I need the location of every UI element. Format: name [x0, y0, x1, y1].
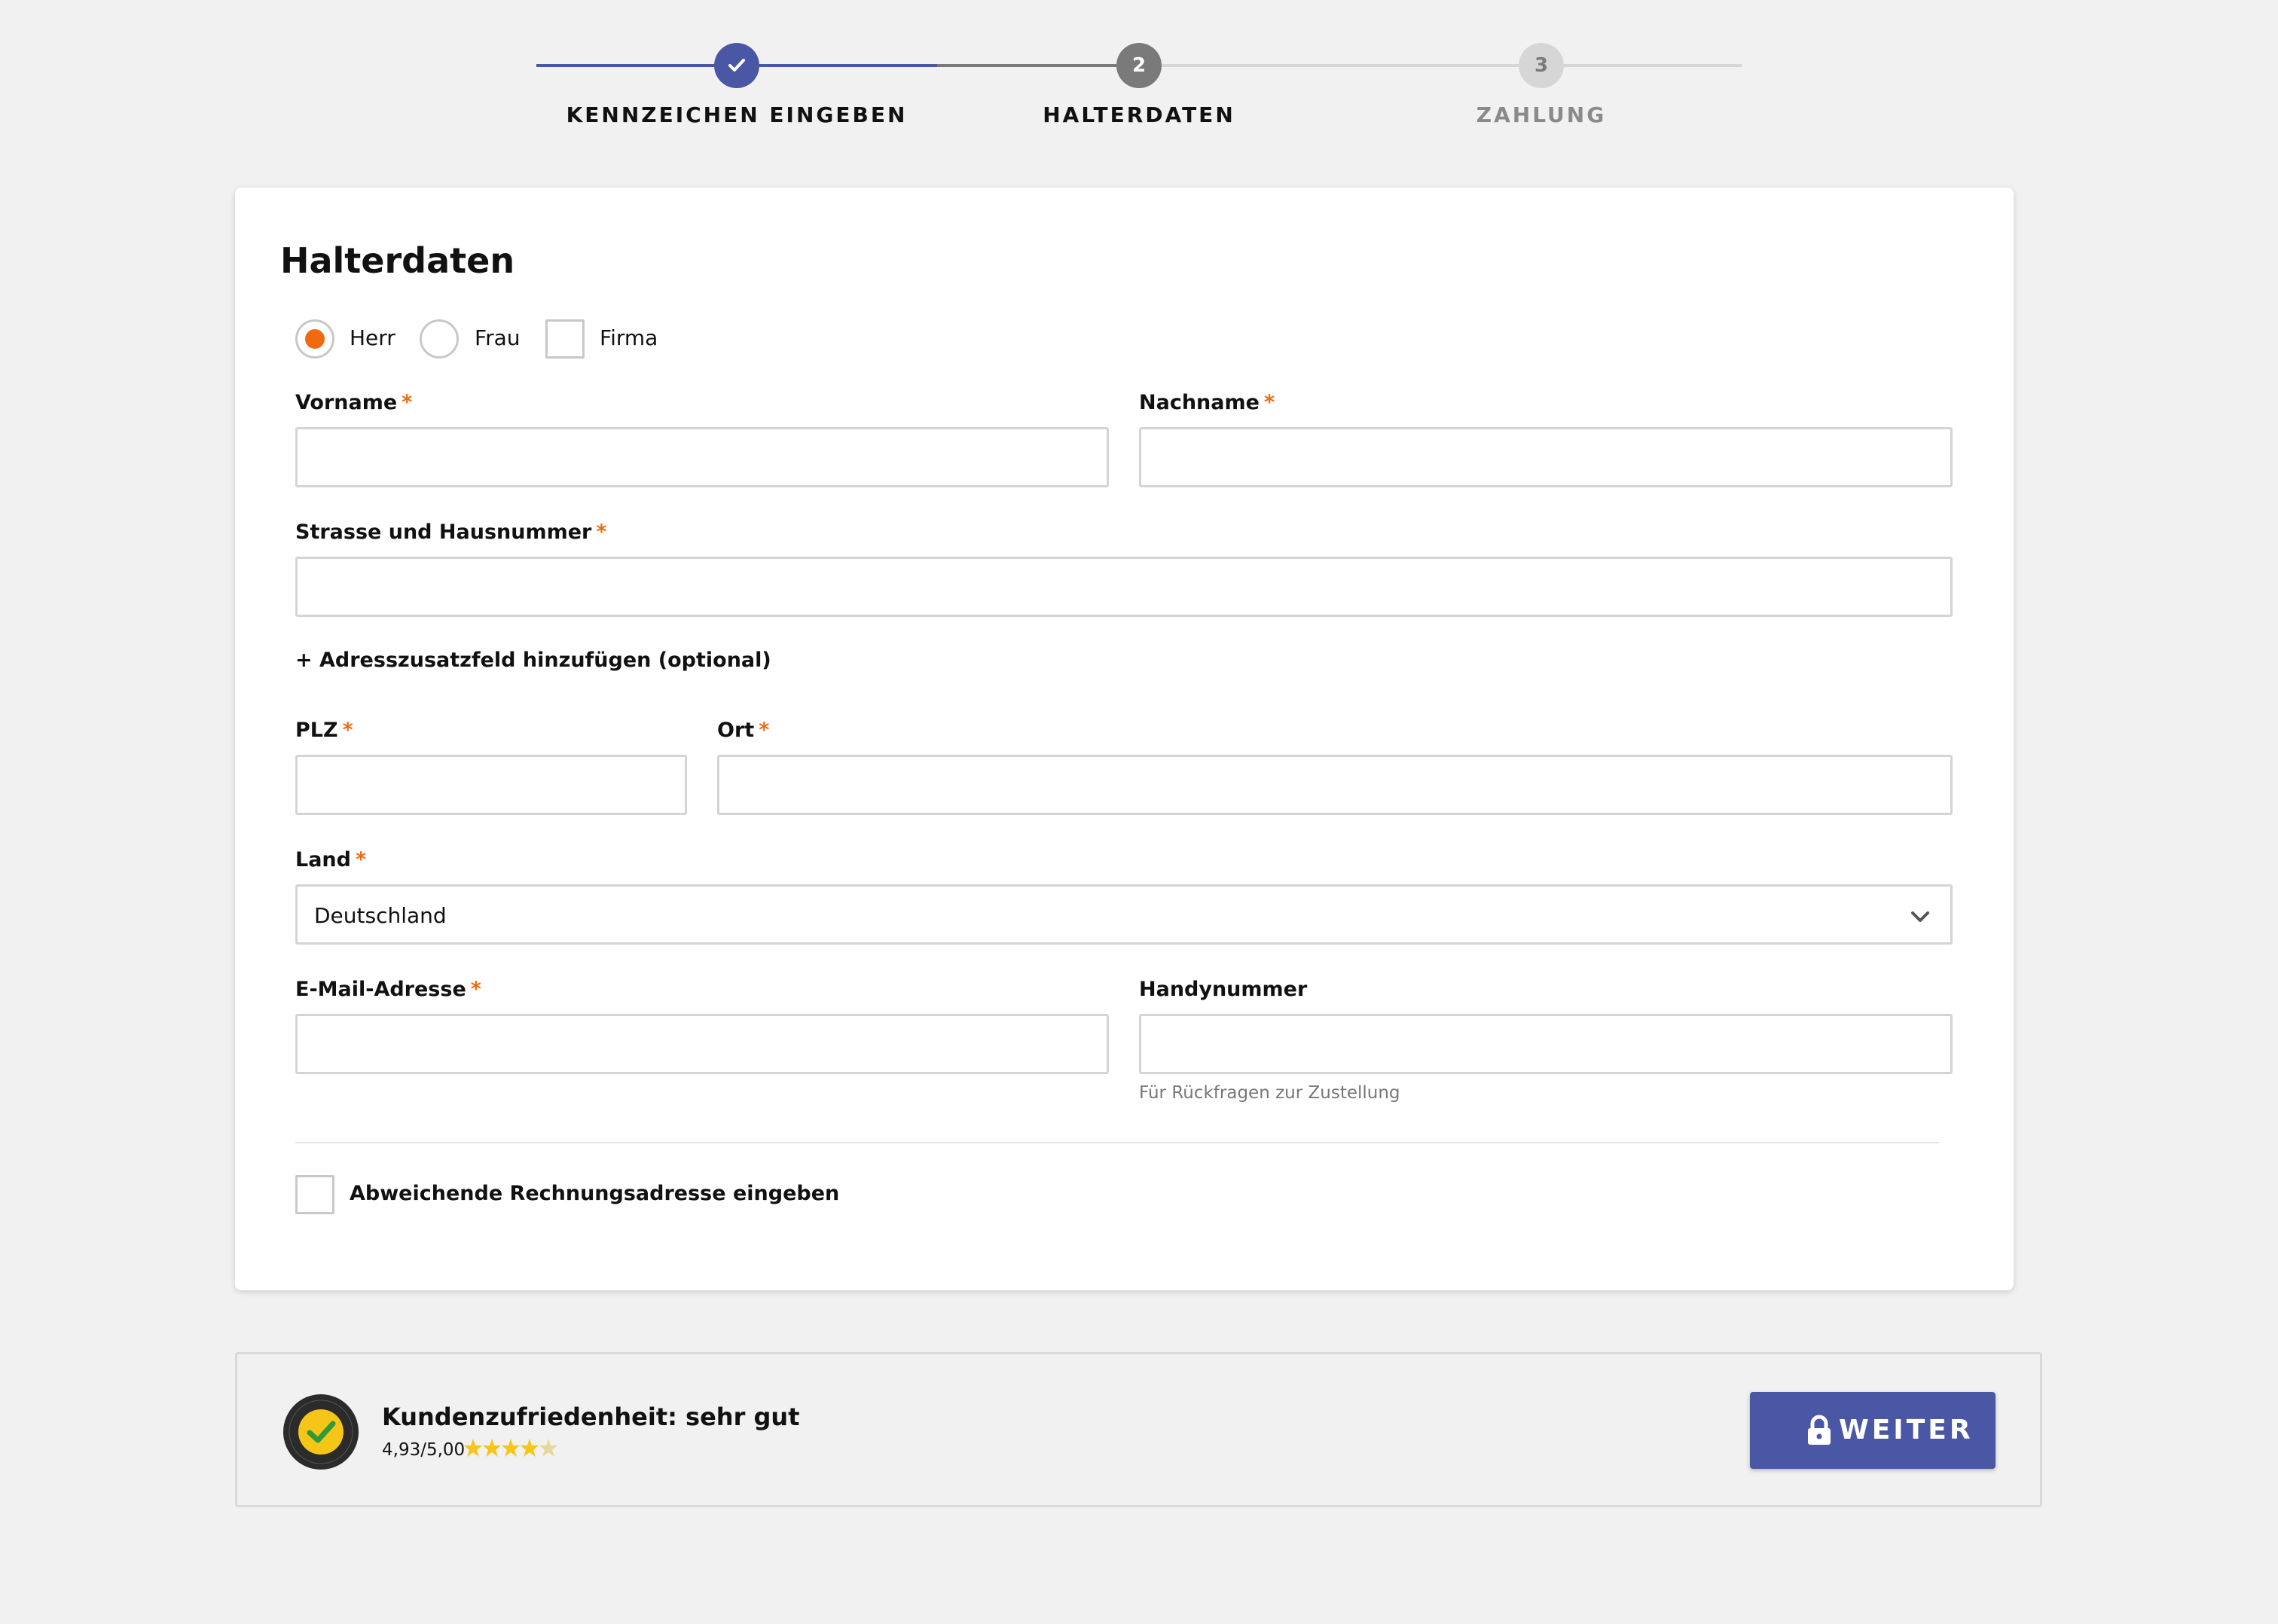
step-3-circle: 3: [1519, 43, 1564, 88]
billing-address-checkbox[interactable]: [295, 1175, 334, 1214]
halterdaten-card: Halterdaten Herr Frau Firma Vorname * Nac…: [235, 188, 2014, 1290]
checkbox-firma[interactable]: [545, 319, 585, 359]
step-2-circle: 2: [1116, 43, 1162, 88]
rating-title: Kundenzufriedenheit: sehr gut: [382, 1403, 800, 1431]
handy-label-text: Handynummer: [1139, 978, 1308, 1001]
handy-input[interactable]: [1139, 1014, 1953, 1074]
page-title: Halterdaten: [280, 240, 515, 281]
radio-herr-label[interactable]: Herr: [350, 325, 395, 350]
satisfaction-badge-icon: [283, 1394, 359, 1470]
add-address-link[interactable]: + Adresszusatzfeld hinzufügen (optional): [295, 649, 771, 672]
radio-frau-label[interactable]: Frau: [475, 325, 520, 350]
handy-label: Handynummer: [1139, 978, 1307, 1001]
strasse-label: Strasse und Hausnummer *: [295, 520, 606, 544]
land-label: Land *: [295, 848, 366, 872]
check-icon: [728, 59, 745, 72]
ort-label: Ort *: [717, 719, 769, 742]
radio-herr[interactable]: [295, 319, 334, 359]
vorname-label: Vorname *: [295, 391, 412, 414]
email-input[interactable]: [295, 1014, 1109, 1074]
handy-hint: Für Rückfragen zur Zustellung: [1139, 1083, 1400, 1103]
required-marker: *: [1263, 391, 1275, 414]
ort-label-text: Ort: [717, 719, 755, 742]
stepper-line-upcoming: [1139, 64, 1742, 67]
step-1-label[interactable]: KENNZEICHEN EINGEBEN: [541, 102, 933, 127]
step-3-label: ZAHLUNG: [1476, 102, 1607, 127]
required-marker: *: [402, 391, 413, 414]
step-1-circle: [714, 43, 759, 88]
ort-input[interactable]: [717, 755, 1953, 815]
weiter-button[interactable]: WEITER: [1750, 1392, 1996, 1469]
plz-input[interactable]: [295, 755, 687, 815]
email-label-text: E-Mail-Adresse: [295, 978, 466, 1001]
weiter-button-label: WEITER: [1839, 1415, 1974, 1445]
radio-frau[interactable]: [420, 319, 459, 359]
required-marker: *: [470, 978, 481, 1001]
nachname-label: Nachname *: [1139, 391, 1275, 414]
vorname-label-text: Vorname: [295, 391, 398, 414]
vorname-input[interactable]: [295, 427, 1109, 487]
chevron-down-icon: [1911, 911, 1929, 922]
email-label: E-Mail-Adresse *: [295, 978, 481, 1001]
lock-icon: [1808, 1415, 1831, 1445]
land-label-text: Land: [295, 848, 351, 872]
step-3-number: 3: [1534, 54, 1549, 77]
plz-label: PLZ *: [295, 719, 353, 742]
required-marker: *: [342, 719, 353, 742]
nachname-label-text: Nachname: [1139, 391, 1260, 414]
land-select[interactable]: Deutschland: [295, 884, 1953, 945]
progress-stepper: 2 3 KENNZEICHEN EINGEBEN HALTERDATEN ZAH…: [0, 0, 2278, 151]
required-marker: *: [355, 848, 367, 872]
plz-label-text: PLZ: [295, 719, 338, 742]
strasse-input[interactable]: [295, 557, 1953, 617]
star-icon: [464, 1439, 539, 1457]
strasse-label-text: Strasse und Hausnummer: [295, 520, 592, 544]
step-2-label: HALTERDATEN: [1043, 102, 1235, 127]
footer-bar: Kundenzufriedenheit: sehr gut 4,93/5,00 …: [235, 1352, 2042, 1507]
rating-stars: [464, 1439, 557, 1457]
form-divider: [295, 1142, 1939, 1143]
nachname-input[interactable]: [1139, 427, 1953, 487]
land-select-value: Deutschland: [314, 903, 447, 928]
step-2-number: 2: [1131, 54, 1147, 77]
checkbox-firma-label[interactable]: Firma: [600, 325, 658, 350]
billing-address-label[interactable]: Abweichende Rechnungsadresse eingeben: [350, 1182, 839, 1205]
required-marker: *: [759, 719, 770, 742]
star-half-icon: [539, 1439, 557, 1457]
rating-value: 4,93/5,00: [382, 1440, 466, 1460]
stepper-line-active: [937, 64, 1139, 67]
required-marker: *: [596, 520, 607, 544]
